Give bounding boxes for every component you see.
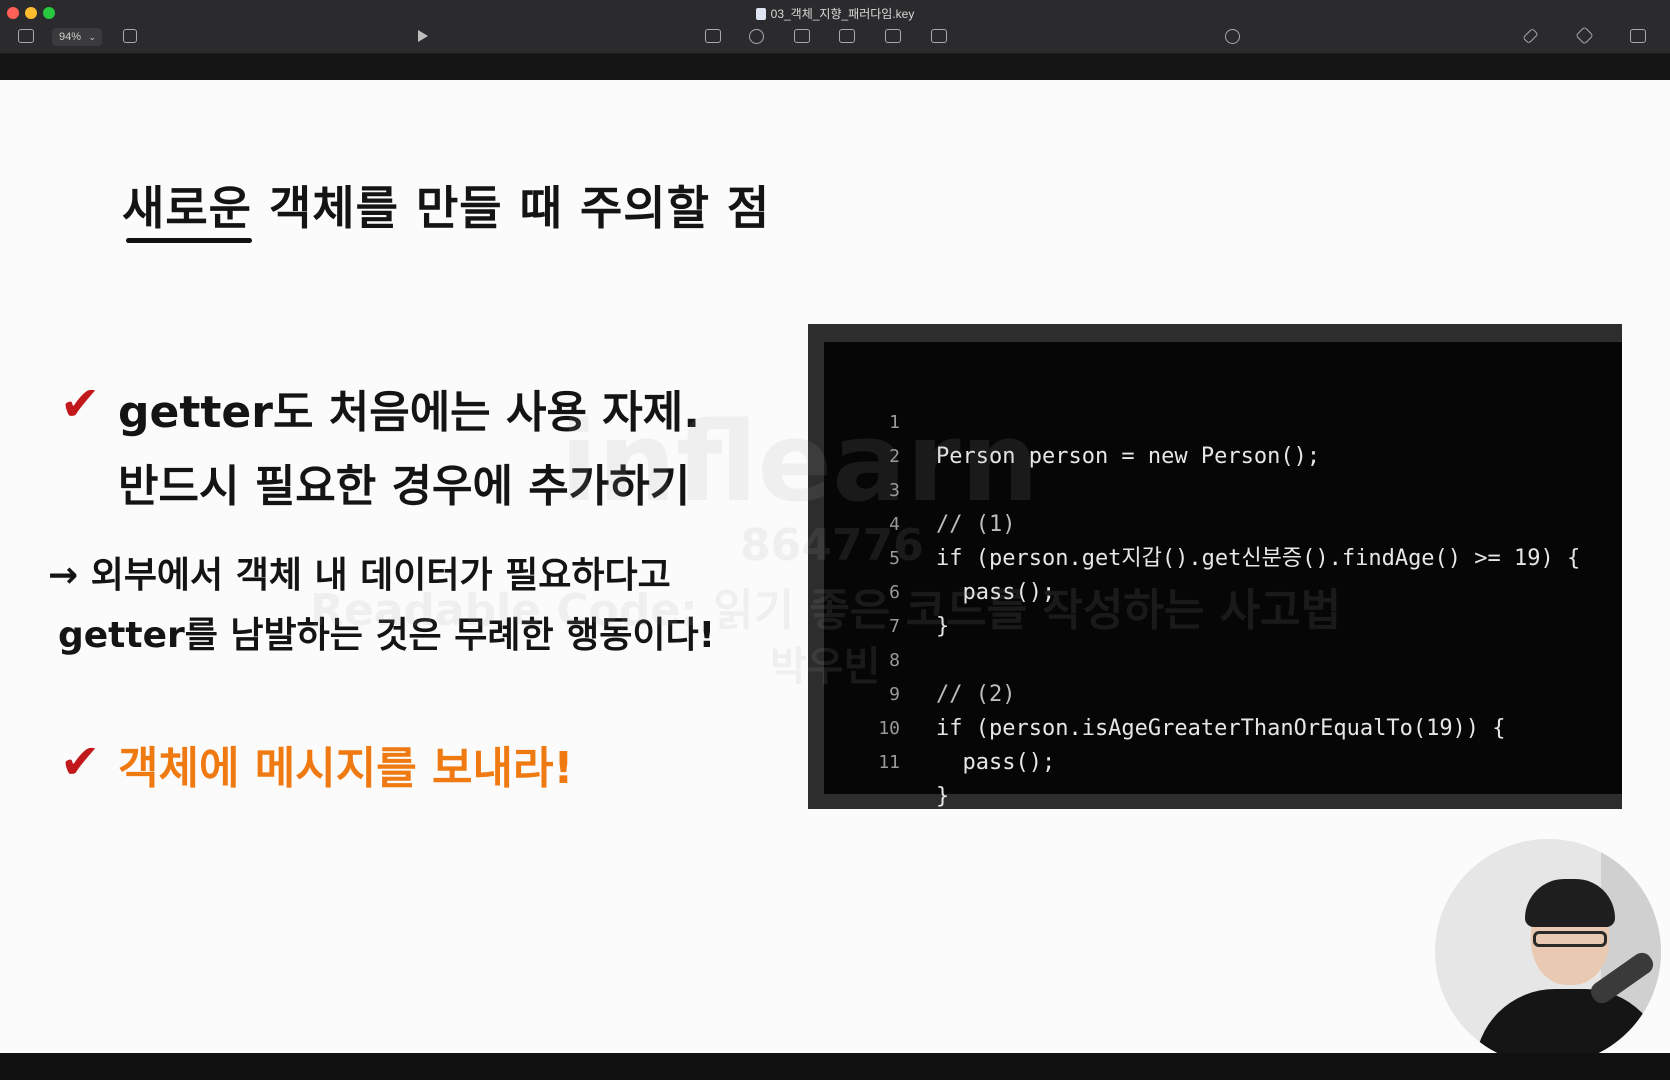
code-line: 6 } bbox=[889, 582, 950, 639]
comment-icon[interactable] bbox=[931, 29, 947, 43]
canvas-gap bbox=[0, 54, 1670, 80]
code-line: 3 // (1) bbox=[889, 480, 1016, 537]
chart-icon[interactable] bbox=[749, 29, 764, 44]
check-mark-icon: ✔ bbox=[60, 734, 101, 790]
play-icon[interactable] bbox=[418, 30, 428, 42]
text-icon[interactable] bbox=[794, 29, 810, 43]
document-icon[interactable] bbox=[1630, 29, 1646, 43]
code-line: 8 // (2) bbox=[889, 650, 1016, 707]
table-icon[interactable] bbox=[705, 29, 721, 43]
code-block: 1 Person person = new Person(); 2 3 // (… bbox=[824, 342, 1622, 809]
code-line: 11 } bbox=[878, 752, 950, 809]
highlight-message: 객체에 메시지를 보내라! bbox=[118, 743, 574, 794]
collaborate-icon[interactable] bbox=[1225, 29, 1240, 44]
document-title: 03_객체_지향_패러다임.key bbox=[0, 5, 1670, 22]
sub-line-2: getter를 남발하는 것은 무례한 행동이다! bbox=[58, 615, 716, 656]
code-line: 2 bbox=[889, 446, 900, 467]
code-line: 10 pass(); bbox=[878, 718, 1056, 775]
shape-icon[interactable] bbox=[839, 29, 855, 43]
chevron-down-icon: ⌄ bbox=[88, 32, 96, 42]
keynote-document-icon bbox=[755, 8, 766, 20]
window-titlebar: 03_객체_지향_패러다임.key 94% ⌄ bbox=[0, 0, 1670, 54]
bottom-bar bbox=[0, 1053, 1670, 1080]
media-icon[interactable] bbox=[885, 29, 901, 43]
code-line: 7 bbox=[889, 616, 900, 637]
sub-line-1: → 외부에서 객체 내 데이터가 필요하다고 bbox=[48, 555, 671, 596]
sidebar-icon[interactable] bbox=[18, 29, 34, 43]
point-line-1: getter도 처음에는 사용 자제. bbox=[118, 387, 700, 438]
point-line-2: 반드시 필요한 경우에 추가하기 bbox=[118, 461, 691, 512]
code-line: 5 pass(); bbox=[889, 548, 1056, 605]
slide-title: 새로운 객체를 만들 때 주의할 점 bbox=[122, 181, 771, 235]
code-line: 9 if (person.isAgeGreaterThanOrEqualTo(1… bbox=[889, 684, 1506, 741]
title-underline bbox=[126, 238, 252, 243]
slide-canvas[interactable]: 새로운 객체를 만들 때 주의할 점 ✔ getter도 처음에는 사용 자제.… bbox=[0, 80, 1670, 1053]
presenter-webcam bbox=[1435, 839, 1661, 1053]
code-line: 4 if (person.get지갑().get신분증().findAge() … bbox=[889, 514, 1581, 571]
animate-icon[interactable] bbox=[1575, 26, 1594, 45]
add-slide-icon[interactable] bbox=[123, 29, 137, 43]
zoom-select[interactable]: 94% ⌄ bbox=[52, 28, 102, 46]
check-mark-icon: ✔ bbox=[60, 376, 101, 432]
code-line: 1 Person person = new Person(); bbox=[889, 412, 1321, 469]
code-panel: 1 Person person = new Person(); 2 3 // (… bbox=[808, 324, 1622, 809]
format-icon[interactable] bbox=[1522, 27, 1539, 45]
